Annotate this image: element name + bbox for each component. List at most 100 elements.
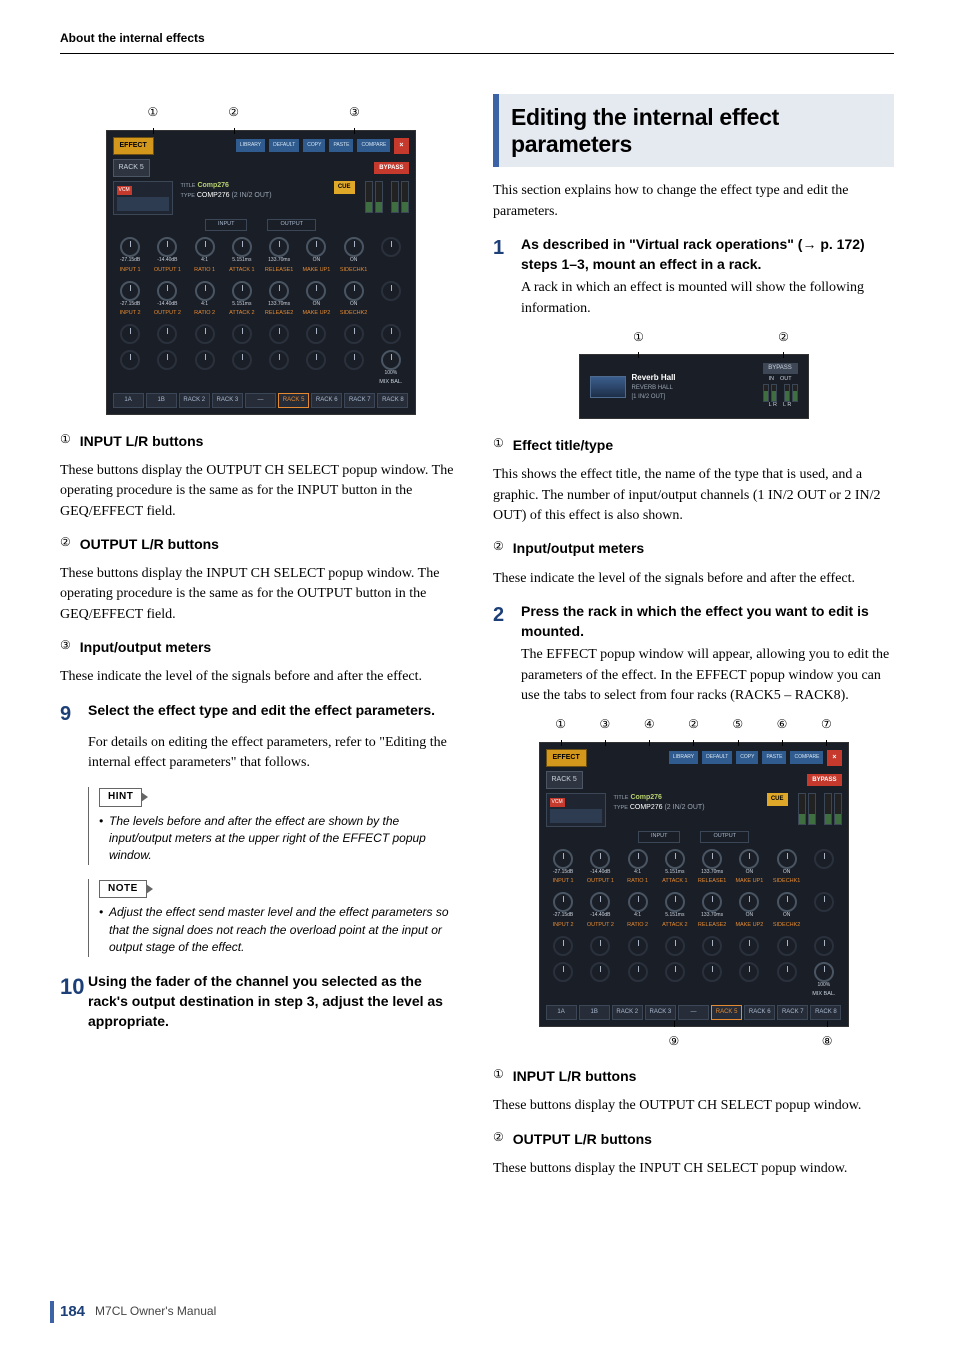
paste-icon: PASTE xyxy=(762,751,786,764)
right-column: Editing the internal effect parameters T… xyxy=(493,94,894,1191)
note-box: NOTE Adjust the effect send master level… xyxy=(88,879,461,957)
step-9: 9 Select the effect type and edit the ef… xyxy=(60,700,461,729)
hint-box: HINT The levels before and after the eff… xyxy=(88,787,461,865)
default-icon: DEFAULT xyxy=(269,139,299,152)
marker-2: ② xyxy=(60,534,71,554)
close-icon: × xyxy=(827,750,841,766)
close-icon: × xyxy=(394,138,408,154)
step-title: Select the effect type and edit the effe… xyxy=(88,700,435,729)
step-title: Press the rack in which the effect you w… xyxy=(521,601,894,642)
callout-2: ② xyxy=(778,329,789,352)
step-body: For details on editing the effect parame… xyxy=(88,733,461,774)
callout-1: ① xyxy=(148,104,159,127)
mini-effect-title: Reverb Hall xyxy=(632,372,757,384)
mini-effect-type: REVERB HALL xyxy=(632,384,757,393)
page-number: 184 xyxy=(50,1301,85,1323)
intro-text: This section explains how to change the … xyxy=(493,181,894,222)
section-title: Editing the internal effect parameters xyxy=(493,94,894,167)
note-tag: NOTE xyxy=(99,880,147,899)
item-input-lr-2: ① INPUT L/R buttons These buttons displa… xyxy=(493,1066,894,1117)
figure-rack-slot: ① ② Reverb Hall REVERB HALL [1 IN/2 OUT]… xyxy=(579,329,809,419)
step-number: 10 xyxy=(60,971,80,1032)
item-body: These indicate the level of the signals … xyxy=(60,667,461,687)
item-title: INPUT L/R buttons xyxy=(513,1066,637,1086)
callout-9: ⑨ xyxy=(669,1027,680,1050)
item-effect-title-type: ① Effect title/type This shows the effec… xyxy=(493,435,894,526)
callout-2: ② xyxy=(688,716,699,739)
marker-3: ③ xyxy=(60,637,71,657)
vcm-badge: VCM xyxy=(117,186,132,195)
mock-effect-panel-left: EFFECT LIBRARY DEFAULT COPY PASTE COMPAR… xyxy=(106,130,416,415)
paste-icon: PASTE xyxy=(329,139,353,152)
cue-button: CUE xyxy=(767,793,788,806)
item-body: These buttons display the OUTPUT CH SELE… xyxy=(60,461,461,522)
note-item: Adjust the effect send master level and … xyxy=(99,904,461,956)
item-body: These buttons display the OUTPUT CH SELE… xyxy=(493,1096,894,1116)
copy-icon: COPY xyxy=(303,139,325,152)
callout-5: ⑤ xyxy=(732,716,743,739)
mini-io: [1 IN/2 OUT] xyxy=(632,393,757,402)
item-io-meters: ② Input/output meters These indicate the… xyxy=(493,538,894,589)
step-title: Using the fader of the channel you selec… xyxy=(88,971,461,1032)
effect-thumbnail xyxy=(590,376,626,398)
io-meters xyxy=(365,181,409,213)
item-title: Input/output meters xyxy=(513,538,644,558)
left-column: ① ② ③ EFFECT LIBRARY DEFAULT COPY PASTE … xyxy=(60,94,461,1191)
item-output-lr-2: ② OUTPUT L/R buttons These buttons displ… xyxy=(493,1129,894,1180)
step-number: 1 xyxy=(493,234,513,275)
step-number: 9 xyxy=(60,700,80,729)
callout-3: ③ xyxy=(349,104,360,127)
input-section: INPUT xyxy=(205,219,248,231)
item-title: Input/output meters xyxy=(80,637,211,657)
page-footer: 184 M7CL Owner's Manual xyxy=(50,1301,216,1323)
hint-item: The levels before and after the effect a… xyxy=(99,813,461,865)
effect-type: COMP276 xyxy=(197,192,230,199)
bypass-button: BYPASS xyxy=(374,162,408,175)
marker-2: ② xyxy=(493,1129,504,1149)
callout-1: ① xyxy=(555,716,566,739)
item-input-lr: ① INPUT L/R buttons These buttons displa… xyxy=(60,431,461,522)
step-10: 10 Using the fader of the channel you se… xyxy=(60,971,461,1032)
step-title: As described in "Virtual rack operations… xyxy=(521,234,894,275)
item-io-meters: ③ Input/output meters These indicate the… xyxy=(60,637,461,688)
compare-icon: COMPARE xyxy=(357,139,390,152)
item-body: These buttons display the INPUT CH SELEC… xyxy=(493,1159,894,1179)
marker-1: ① xyxy=(60,431,71,451)
marker-1: ① xyxy=(493,435,504,455)
callout-3: ③ xyxy=(600,716,611,739)
mock-effect-panel-right: EFFECT LIBRARY DEFAULT COPY PASTE COMPAR… xyxy=(539,742,849,1027)
mini-bypass: BYPASS xyxy=(763,363,798,374)
callout-2: ② xyxy=(228,104,239,127)
default-icon: DEFAULT xyxy=(702,751,732,764)
figure-effect-popup-left: ① ② ③ EFFECT LIBRARY DEFAULT COPY PASTE … xyxy=(106,104,416,414)
effect-button: EFFECT xyxy=(546,749,587,767)
marker-2: ② xyxy=(493,538,504,558)
callout-8: ⑧ xyxy=(822,1027,833,1050)
io-config: (2 IN/2 OUT) xyxy=(231,192,271,199)
effect-button: EFFECT xyxy=(113,137,154,155)
item-title: Effect title/type xyxy=(513,435,613,455)
marker-1: ① xyxy=(493,1066,504,1086)
running-head: About the internal effects xyxy=(60,30,894,54)
item-body: These indicate the level of the signals … xyxy=(493,569,894,589)
callout-7: ⑦ xyxy=(821,716,832,739)
item-title: OUTPUT L/R buttons xyxy=(513,1129,652,1149)
output-section: OUTPUT xyxy=(267,219,316,231)
item-body: This shows the effect title, the name of… xyxy=(493,465,894,526)
library-icon: LIBRARY xyxy=(236,139,265,152)
callout-6: ⑥ xyxy=(777,716,788,739)
step-2: 2 Press the rack in which the effect you… xyxy=(493,601,894,642)
step-body: The EFFECT popup window will appear, all… xyxy=(521,645,894,706)
rack-tabs: 1A 1B RACK 2 RACK 3 — RACK 5 RACK 6 RACK… xyxy=(113,393,409,408)
rack-label: RACK 5 xyxy=(113,159,150,177)
step-body: A rack in which an effect is mounted wil… xyxy=(521,278,894,319)
effect-title: Comp276 xyxy=(197,182,229,189)
step-1: 1 As described in "Virtual rack operatio… xyxy=(493,234,894,275)
item-title: INPUT L/R buttons xyxy=(80,431,204,451)
compare-icon: COMPARE xyxy=(790,751,823,764)
callout-4: ④ xyxy=(644,716,655,739)
step-number: 2 xyxy=(493,601,513,642)
copy-icon: COPY xyxy=(736,751,758,764)
io-meters xyxy=(798,793,842,825)
callout-1: ① xyxy=(633,329,644,352)
